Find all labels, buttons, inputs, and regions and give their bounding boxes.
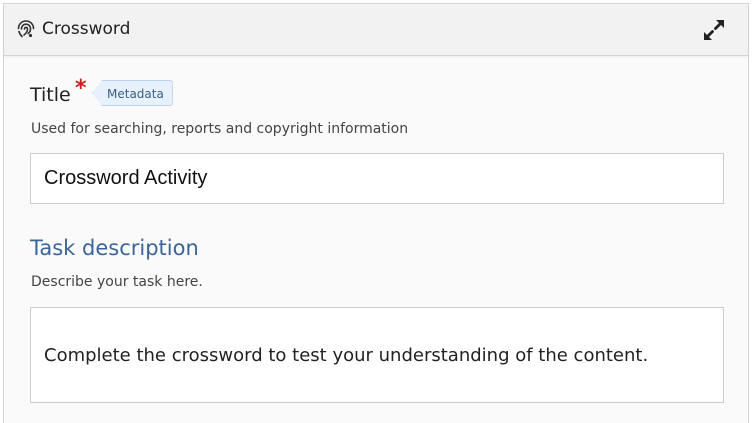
title-label: Title bbox=[30, 84, 71, 106]
title-description: Used for searching, reports and copyrigh… bbox=[31, 121, 409, 137]
task-description-help: Describe your task here. bbox=[31, 274, 203, 290]
metadata-button[interactable]: Metadata bbox=[92, 80, 173, 106]
editor-form: Title * Metadata Used for searching, rep… bbox=[4, 56, 748, 423]
required-marker: * bbox=[75, 76, 87, 101]
editor-title: Crossword bbox=[42, 19, 131, 39]
task-description-heading: Task description bbox=[30, 236, 199, 260]
task-description-textarea[interactable]: Complete the crossword to test your unde… bbox=[30, 307, 724, 403]
title-input[interactable]: Crossword Activity bbox=[30, 153, 724, 204]
expand-arrows-icon[interactable] bbox=[700, 16, 728, 44]
crossword-editor: Crossword Title * Metadata Used for sear… bbox=[3, 3, 749, 423]
editor-header: Crossword bbox=[4, 4, 748, 56]
crossword-fingerprint-icon bbox=[17, 20, 35, 38]
